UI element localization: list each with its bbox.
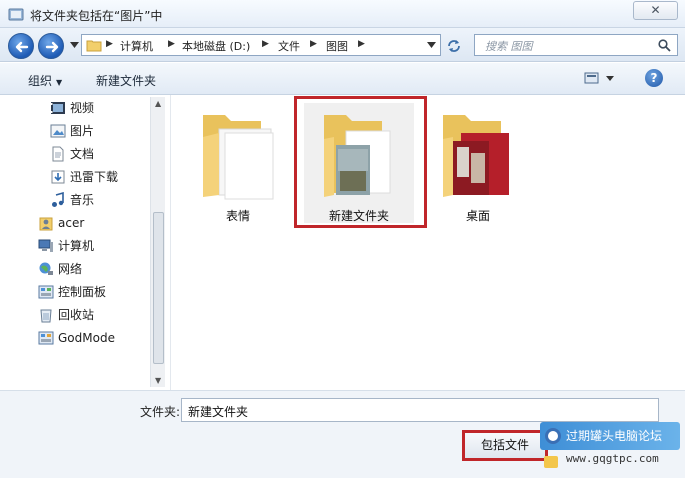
folder-icon (443, 115, 509, 197)
search-placeholder[interactable]: 搜索 图图 (485, 38, 533, 54)
breadcrumb-computer[interactable]: 计算机 (120, 38, 153, 54)
watermark-text: 过期罐头电脑论坛 (566, 429, 663, 443)
organize-menu[interactable]: 组织 ▼ (28, 72, 62, 89)
window-title: 将文件夹包括在“图片”中 (30, 9, 163, 23)
download-icon (51, 170, 65, 184)
folder-label: 表情 (225, 209, 250, 223)
folder-name-field[interactable]: 新建文件夹 (181, 398, 659, 422)
folder-label: 桌面 (465, 209, 490, 223)
organize-label[interactable]: 组织 (28, 74, 52, 88)
address-dropdown-icon[interactable] (427, 42, 436, 48)
control-panel-icon (38, 285, 54, 299)
breadcrumb-files[interactable]: 文件 (278, 38, 300, 54)
back-arrow-icon (15, 41, 29, 53)
close-button[interactable]: ✕ (633, 1, 678, 20)
folder-field-label: 文件夹: (140, 405, 181, 419)
watermark-logo-icon (545, 428, 561, 444)
documents-icon (52, 146, 64, 162)
pictures-icon (50, 124, 66, 138)
breadcrumb-separator[interactable]: ▶ (168, 39, 175, 49)
refresh-icon[interactable] (446, 38, 462, 54)
folder-icon (86, 40, 102, 52)
search-box[interactable]: 搜索 图图 (474, 34, 678, 56)
search-icon[interactable] (658, 39, 671, 52)
chevron-down-icon: ▼ (56, 78, 63, 87)
breadcrumb-separator[interactable]: ▶ (262, 39, 269, 49)
scroll-up-icon[interactable]: ▲ (155, 99, 161, 108)
change-view-button[interactable] (584, 72, 614, 87)
watermark-mascot-icon (544, 456, 558, 468)
nav-item-label: 迅雷下载 (70, 170, 119, 184)
watermark: 过期罐头电脑论坛 www.gqgtpc.com (540, 422, 680, 472)
nav-item-label: 视频 (70, 101, 95, 115)
navigation-scrollbar[interactable]: ▲ ▼ (150, 97, 165, 387)
breadcrumb-separator[interactable]: ▶ (106, 39, 113, 49)
new-folder-button[interactable]: 新建文件夹 (96, 72, 156, 89)
breadcrumb-drive[interactable]: 本地磁盘 (D:) (182, 38, 250, 54)
app-icon (8, 8, 24, 21)
network-icon (39, 262, 53, 275)
watermark-banner: 过期罐头电脑论坛 (540, 422, 680, 450)
forward-arrow-icon (45, 41, 59, 53)
breadcrumb-separator[interactable]: ▶ (358, 39, 365, 49)
include-folder-button[interactable]: 包括文件 (462, 430, 548, 461)
nav-item-label: 音乐 (70, 193, 95, 207)
music-icon (52, 192, 64, 207)
toolbar: 组织 ▼ 新建文件夹 ? (0, 63, 685, 95)
recent-pages-dropdown[interactable] (70, 42, 79, 48)
nav-item-label: 回收站 (58, 308, 95, 322)
nav-item-label: 计算机 (58, 239, 95, 253)
nav-item-label: 文档 (70, 147, 95, 161)
breadcrumb-separator[interactable]: ▶ (310, 39, 317, 49)
forward-button[interactable] (38, 33, 64, 59)
folder-item-biaoqing[interactable]: 表情 (183, 103, 293, 223)
navigation-pane: 视频 图片 文档 迅雷下载 音乐 acer 计算机 网络 控制面板 回收站 Go… (10, 95, 165, 390)
folder-content-pane: 表情 新建文件夹 桌面 (170, 95, 685, 390)
breadcrumb-tutu[interactable]: 图图 (326, 38, 348, 54)
folder-icon (203, 115, 274, 200)
address-bar[interactable]: ▶ 计算机 ▶ 本地磁盘 (D:) ▶ 文件 ▶ 图图 ▶ (81, 34, 441, 56)
address-row: ▶ 计算机 ▶ 本地磁盘 (D:) ▶ 文件 ▶ 图图 ▶ 搜索 图图 (0, 28, 685, 62)
help-button[interactable]: ? (645, 69, 663, 87)
watermark-url: www.gqgtpc.com (566, 452, 659, 465)
title-bar: 将文件夹包括在“图片”中 ✕ (0, 0, 685, 28)
user-icon (39, 217, 53, 231)
computer-icon (38, 239, 53, 252)
nav-item-label: 控制面板 (58, 285, 107, 299)
nav-item-label: GodMode (58, 331, 115, 345)
scroll-down-icon[interactable]: ▼ (155, 376, 161, 385)
recycle-bin-icon (40, 309, 52, 323)
nav-item-label: 网络 (58, 262, 83, 276)
nav-item-label: acer (58, 216, 85, 230)
view-icon (584, 72, 614, 84)
back-button[interactable] (8, 33, 34, 59)
nav-item-label: 图片 (70, 124, 95, 138)
folder-item-desktop[interactable]: 桌面 (423, 103, 533, 223)
godmode-icon (38, 331, 54, 345)
scrollbar-thumb[interactable] (153, 212, 164, 364)
video-icon (51, 102, 65, 114)
highlight-box (294, 96, 427, 228)
